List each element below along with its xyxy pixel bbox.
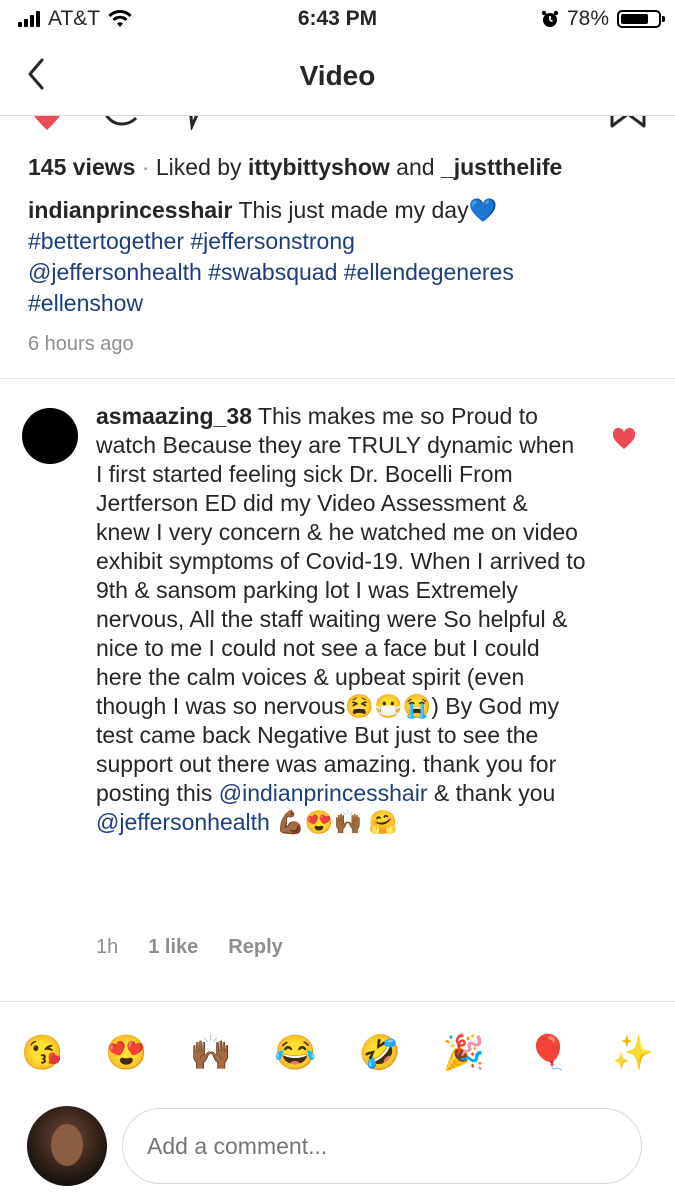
emoji-quick-bar: 😘 😍 🙌🏾 😂 🤣 🎉 🎈 ✨	[0, 1025, 675, 1085]
like-heart-icon[interactable]	[26, 116, 68, 132]
liked-user-link[interactable]: _justthelife	[441, 154, 562, 180]
liked-user-link[interactable]: ittybittyshow	[248, 154, 390, 180]
caption-author[interactable]: indianprincesshair	[28, 197, 233, 223]
emoji-button[interactable]: 🎈	[506, 1025, 590, 1085]
views-liked-line: 145 views · Liked by ittybittyshow and _…	[28, 152, 648, 183]
commenter-avatar[interactable]	[22, 408, 78, 464]
comment-text-part: & thank you	[427, 780, 556, 806]
comment-like-heart-icon[interactable]	[612, 428, 636, 450]
emoji-button[interactable]: 😍	[84, 1025, 168, 1085]
comment-composer	[0, 1100, 675, 1200]
comment-emoji: 😫😷😭	[345, 693, 432, 719]
page-title: Video	[299, 60, 376, 91]
emoji-button[interactable]: 🤣	[338, 1025, 422, 1085]
divider	[0, 1001, 675, 1002]
current-user-avatar	[27, 1106, 107, 1186]
caption-emoji: 💙	[468, 197, 498, 223]
mention-link[interactable]: @indianprincesshair	[219, 780, 428, 806]
comment-bubble-icon[interactable]	[100, 116, 140, 130]
separator-dot: ·	[135, 154, 156, 180]
hashtag-line[interactable]: #ellenshow	[28, 290, 143, 316]
emoji-button[interactable]: 🎉	[422, 1025, 506, 1085]
comment-emoji: 💪🏾😍🙌🏾 🤗	[269, 809, 398, 835]
status-bar: AT&T 6:43 PM 78%	[0, 0, 675, 40]
share-paper-plane-icon[interactable]	[178, 116, 204, 130]
comment-likes[interactable]: 1 like	[148, 936, 198, 959]
caption-text: This just made my day	[238, 197, 469, 223]
liked-by-prefix: Liked by	[155, 154, 248, 180]
comment-username[interactable]: asmaazing_38	[96, 403, 252, 429]
emoji-button[interactable]: 😘	[0, 1025, 84, 1085]
view-count[interactable]: 145 views	[28, 154, 135, 180]
comment-meta: 1h 1 like Reply	[96, 936, 283, 959]
save-bookmark-icon[interactable]	[608, 116, 648, 132]
post-info: 145 views · Liked by ittybittyshow and _…	[28, 152, 648, 360]
comment-input[interactable]	[122, 1108, 642, 1184]
mention-link[interactable]: @jeffersonhealth	[96, 809, 270, 835]
nav-bar: Video	[0, 40, 675, 116]
comment-text-part: This makes me so Proud to watch Because …	[96, 403, 586, 719]
emoji-button[interactable]: ✨	[591, 1025, 675, 1085]
reply-button[interactable]: Reply	[228, 936, 282, 959]
caption: indianprincesshair This just made my day…	[28, 195, 648, 319]
post-timestamp: 6 hours ago	[28, 333, 134, 355]
comment-body: asmaazing_38 This makes me so Proud to w…	[96, 402, 586, 837]
alarm-clock-icon	[541, 10, 559, 27]
divider	[0, 378, 675, 379]
battery-percent: 78%	[566, 7, 609, 30]
comment-time: 1h	[96, 936, 119, 958]
status-right: 78%	[541, 7, 665, 31]
hashtag-line[interactable]: @jeffersonhealth #swabsquad #ellendegene…	[28, 259, 514, 285]
hashtag-line[interactable]: #bettertogether #jeffersonstrong	[28, 228, 355, 254]
post-actions-row	[0, 116, 675, 138]
emoji-button[interactable]: 😂	[253, 1025, 337, 1085]
battery-icon	[617, 10, 665, 28]
emoji-button[interactable]: 🙌🏾	[169, 1025, 253, 1085]
liked-and: and	[389, 154, 441, 180]
